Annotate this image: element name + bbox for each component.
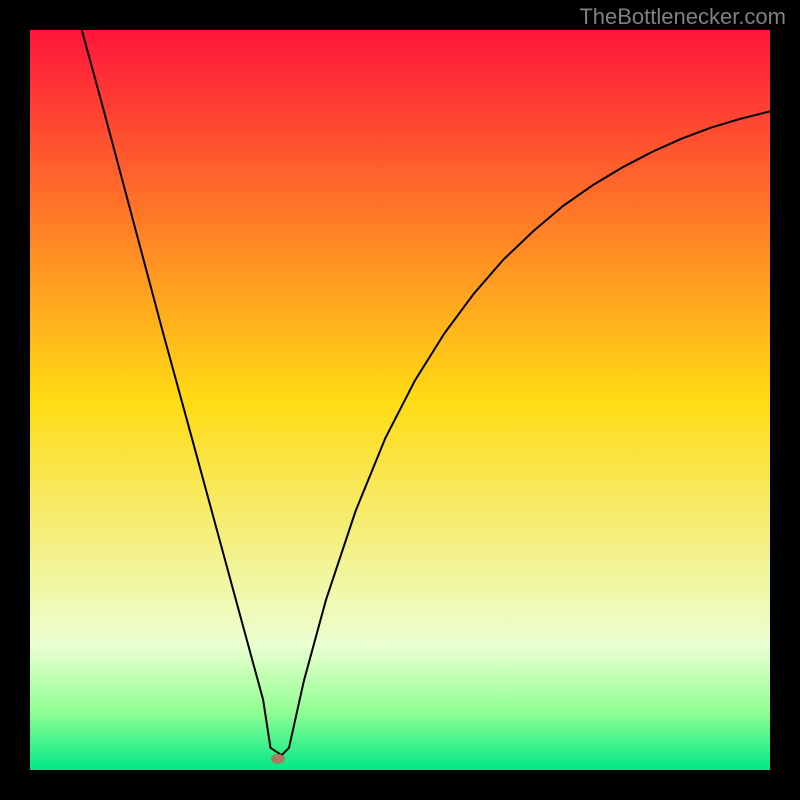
minimum-marker xyxy=(271,754,285,764)
plot-area xyxy=(30,30,770,770)
chart-container: TheBottlenecker.com xyxy=(0,0,800,800)
curve-overlay xyxy=(30,30,770,770)
watermark-text: TheBottlenecker.com xyxy=(579,4,786,30)
bottleneck-curve xyxy=(82,30,770,755)
